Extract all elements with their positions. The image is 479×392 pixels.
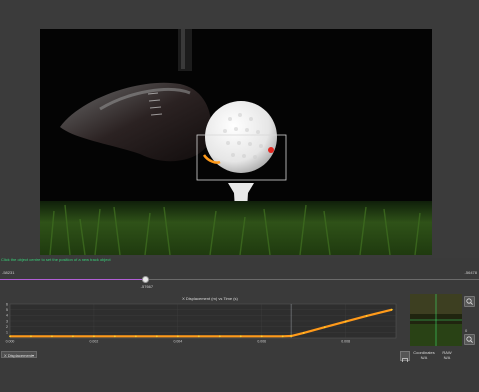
data-point [176,335,179,338]
hint-text: Click the object centre to set the posit… [1,257,111,262]
data-point [218,335,221,338]
x-tick-label: 0.008 [341,340,350,344]
timeline[interactable]: -58231 -56478 -57667 [0,263,479,293]
chart-title: X Displacement (m) vs Time (s) [182,296,238,301]
data-point [93,335,95,338]
zoom-out-icon [466,336,473,343]
video-area [0,0,479,258]
timeline-thumb[interactable] [141,276,149,283]
coordinates-value: N/A [420,355,428,360]
timeline-current-label: -57667 [140,284,154,289]
bottom-bar: X Displacement ▾ Coordinates N/A RAW N/A [0,349,479,364]
raw-value: N/A [443,355,451,360]
y-tick-label: 2 [6,325,8,329]
zoom-in-icon [466,298,473,305]
data-point [134,335,137,338]
raw-readout: RAW N/A [440,350,454,360]
x-tick-label: 0.002 [90,340,99,344]
data-point [281,335,284,338]
track-point[interactable] [268,147,274,153]
zoom-in-button[interactable] [464,296,475,307]
timeline-start-label: -58231 [2,270,15,275]
data-point [51,335,53,338]
empty-panel [0,362,479,392]
data-point [344,320,347,323]
x-tick-label: 0.000 [6,340,15,344]
data-point [113,335,116,338]
data-point [260,335,263,338]
x-tick-label: 0.006 [257,340,266,344]
data-point [155,335,158,338]
video-frame[interactable] [40,29,432,255]
displacement-chart: X Displacement (m) vs Time (s) 6 5 43 2 1 0.0… [6,296,397,344]
data-point [323,326,326,329]
zoom-level: 0 [465,328,468,333]
magnifier-thumbnail [410,294,462,346]
timeline-end-label: -56478 [464,270,477,275]
y-tick-label: 6 [6,302,8,306]
data-point [302,332,305,334]
data-point [365,315,368,317]
data-point [390,308,393,311]
dropdown-value: X Displacement [4,353,33,358]
data-point [30,335,32,338]
data-point [239,335,242,338]
data-point [290,335,293,337]
coordinates-readout: Coordinates N/A [412,350,436,360]
y-tick-label: 1 [6,331,8,335]
y-tick-label: 3 [6,319,8,323]
video-scene [40,29,432,255]
data-point [197,335,200,338]
grass [40,201,432,255]
y-tick-label: 4 [6,314,8,318]
x-tick-label: 0.004 [173,340,182,344]
timeline-progress [0,279,145,280]
fit-view-button[interactable] [400,351,410,364]
measurement-dropdown[interactable]: X Displacement ▾ [1,351,37,358]
chevron-down-icon: ▾ [31,353,34,358]
data-point [9,335,11,338]
plot-panel[interactable]: X Displacement (m) vs Time (s) 6 5 4 3 2 1 0.0… [0,294,408,348]
data-point [72,335,74,338]
y-tick-label: 5 [6,308,8,312]
zoom-out-button[interactable] [464,334,475,345]
